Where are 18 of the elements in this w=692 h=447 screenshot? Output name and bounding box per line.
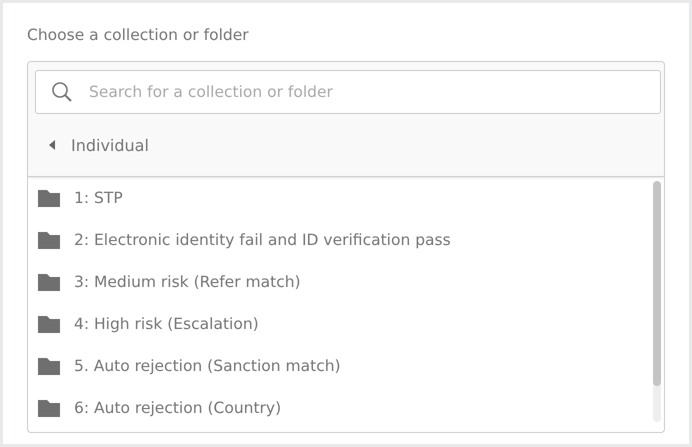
folder-item[interactable]: 2: Electronic identity fail and ID verification pass [38, 219, 653, 261]
breadcrumb-label: Individual [71, 136, 149, 154]
folder-icon [38, 357, 60, 375]
folder-icon [38, 315, 60, 333]
folder-item[interactable]: 6: Auto rejection (Country) [38, 387, 653, 429]
folder-icon [38, 273, 60, 291]
folder-item[interactable]: 1: STP [38, 177, 653, 219]
back-row[interactable]: Individual [35, 114, 661, 176]
caret-icon [49, 140, 55, 150]
folder-icon [38, 189, 60, 207]
folder-item[interactable]: 3: Medium risk (Refer match) [38, 261, 653, 303]
folder-icon [38, 231, 60, 249]
scrollbar[interactable] [653, 181, 661, 422]
search-field[interactable]: Search for a collection or folder [35, 70, 661, 114]
folder-item[interactable]: 5. Auto rejection (Sanction match) [38, 345, 653, 387]
folder-item[interactable]: 4: High risk (Escalation) [38, 303, 653, 345]
folder-icon [38, 399, 60, 417]
field-label: Choose a collection or folder [27, 26, 250, 46]
